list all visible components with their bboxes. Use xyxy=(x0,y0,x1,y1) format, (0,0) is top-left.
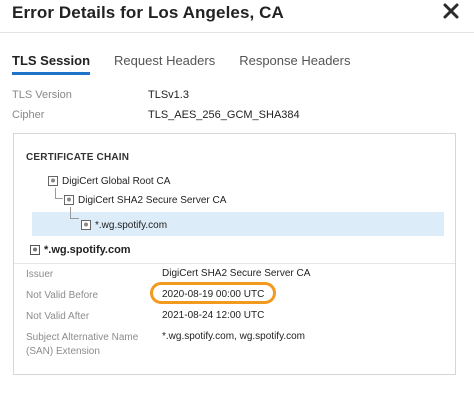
tree-connector xyxy=(70,207,79,219)
san-label-line2: (SAN) Extension xyxy=(26,346,100,357)
tree-connector xyxy=(55,188,63,199)
error-details-dialog: Error Details for Los Angeles, CA TLS Se… xyxy=(0,0,474,402)
details-divider xyxy=(14,263,455,264)
not-valid-before-value: 2020-08-19 00:00 UTC xyxy=(162,289,265,300)
certificate-subject-text: *.wg.spotify.com xyxy=(44,244,131,256)
chain-item-root[interactable]: DigiCert Global Root CA xyxy=(48,174,170,188)
issuer-value: DigiCert SHA2 Secure Server CA xyxy=(162,268,311,279)
not-valid-before-label: Not Valid Before xyxy=(26,290,99,301)
not-valid-after-label: Not Valid After xyxy=(26,311,90,322)
san-value: *.wg.spotify.com, wg.spotify.com xyxy=(162,331,306,342)
certificate-panel: CERTIFICATE CHAIN DigiCert Global Root C… xyxy=(13,133,456,375)
chain-item-label: DigiCert SHA2 Secure Server CA xyxy=(78,194,227,206)
tab-bar: TLS Session Request Headers Response Hea… xyxy=(12,53,375,75)
chain-item-intermediate[interactable]: DigiCert SHA2 Secure Server CA xyxy=(64,193,226,207)
cipher-label: Cipher xyxy=(12,109,45,121)
cipher-value: TLS_AES_256_GCM_SHA384 xyxy=(148,109,300,121)
title-divider xyxy=(0,32,474,33)
tls-version-label: TLS Version xyxy=(12,89,72,101)
issuer-label: Issuer xyxy=(26,269,54,280)
certificate-subject: *.wg.spotify.com xyxy=(30,244,131,256)
certificate-icon xyxy=(30,245,40,255)
chain-item-label: *.wg.spotify.com xyxy=(95,219,168,231)
chain-item-label: DigiCert Global Root CA xyxy=(62,175,171,187)
not-valid-after-value: 2021-08-24 12:00 UTC xyxy=(162,310,265,321)
certificate-icon xyxy=(81,220,91,230)
certificate-icon xyxy=(48,176,58,186)
tab-response-headers[interactable]: Response Headers xyxy=(239,53,350,75)
dialog-title: Error Details for Los Angeles, CA xyxy=(12,3,284,22)
tab-tls-session[interactable]: TLS Session xyxy=(12,53,91,75)
chain-item-leaf[interactable]: *.wg.spotify.com xyxy=(81,218,167,232)
tls-version-value: TLSv1.3 xyxy=(148,89,189,101)
close-icon[interactable] xyxy=(442,2,460,20)
certificate-chain-title: CERTIFICATE CHAIN xyxy=(26,152,130,163)
san-label-line1: Subject Alternative Name xyxy=(26,332,139,343)
certificate-icon xyxy=(64,195,74,205)
tab-request-headers[interactable]: Request Headers xyxy=(114,53,215,75)
